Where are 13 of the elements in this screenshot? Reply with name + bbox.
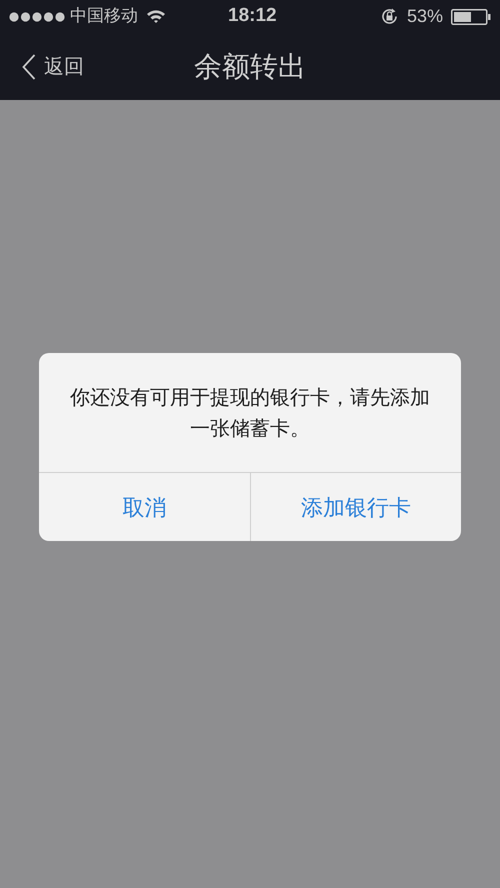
battery-percent: 53% bbox=[406, 5, 443, 28]
battery-icon bbox=[451, 8, 491, 24]
rotation-lock-icon bbox=[380, 7, 399, 26]
wifi-icon bbox=[146, 9, 166, 24]
back-button[interactable]: 返回 bbox=[22, 52, 84, 82]
dialog-button[interactable]: 添加银行卡 bbox=[250, 473, 461, 541]
page-title: 余额转出 bbox=[194, 50, 306, 84]
signal-icon bbox=[9, 12, 65, 22]
carrier-name: 中国移动 bbox=[70, 4, 138, 28]
chevron-left-icon bbox=[22, 54, 36, 80]
alert-message: 你还没有可用于提现的银行卡，请先添加一张储蓄卡。 bbox=[69, 386, 431, 442]
status-time: 18:12 bbox=[228, 4, 277, 28]
dialog-button[interactable]: 取消 bbox=[39, 473, 250, 541]
